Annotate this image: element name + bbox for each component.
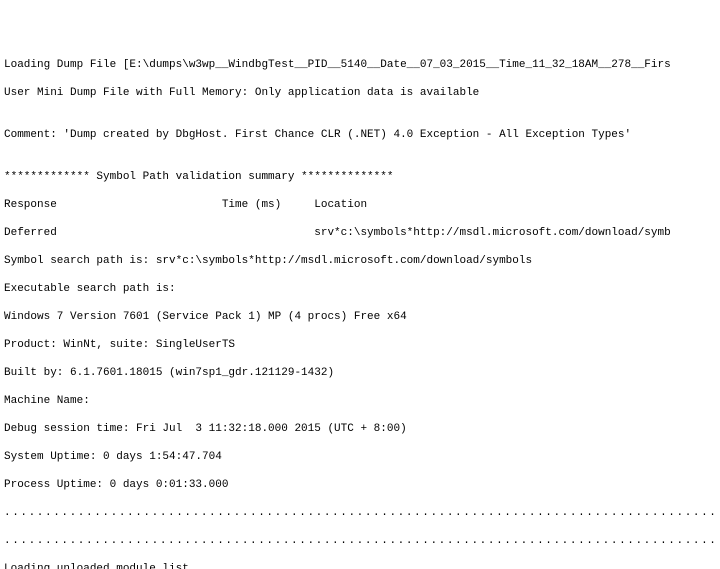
output-line: Symbol search path is: srv*c:\symbols*ht…	[4, 254, 716, 268]
output-line: Comment: 'Dump created by DbgHost. First…	[4, 128, 716, 142]
output-line: Machine Name:	[4, 394, 716, 408]
output-line: User Mini Dump File with Full Memory: On…	[4, 86, 716, 100]
progress-dots: ........................................…	[4, 506, 716, 520]
output-line: Product: WinNt, suite: SingleUserTS	[4, 338, 716, 352]
output-line: Built by: 6.1.7601.18015 (win7sp1_gdr.12…	[4, 366, 716, 380]
output-line: ************* Symbol Path validation sum…	[4, 170, 716, 184]
output-line: System Uptime: 0 days 1:54:47.704	[4, 450, 716, 464]
output-line: Deferred srv*c:\symbols*http://msdl.micr…	[4, 226, 716, 240]
output-line: Process Uptime: 0 days 0:01:33.000	[4, 478, 716, 492]
output-line: Response Time (ms) Location	[4, 198, 716, 212]
output-line: Executable search path is:	[4, 282, 716, 296]
output-line: Loading Dump File [E:\dumps\w3wp__Windbg…	[4, 58, 716, 72]
progress-dots: ........................................…	[4, 534, 716, 548]
output-line: Debug session time: Fri Jul 3 11:32:18.0…	[4, 422, 716, 436]
output-line: Loading unloaded module list	[4, 562, 716, 569]
output-line: Windows 7 Version 7601 (Service Pack 1) …	[4, 310, 716, 324]
